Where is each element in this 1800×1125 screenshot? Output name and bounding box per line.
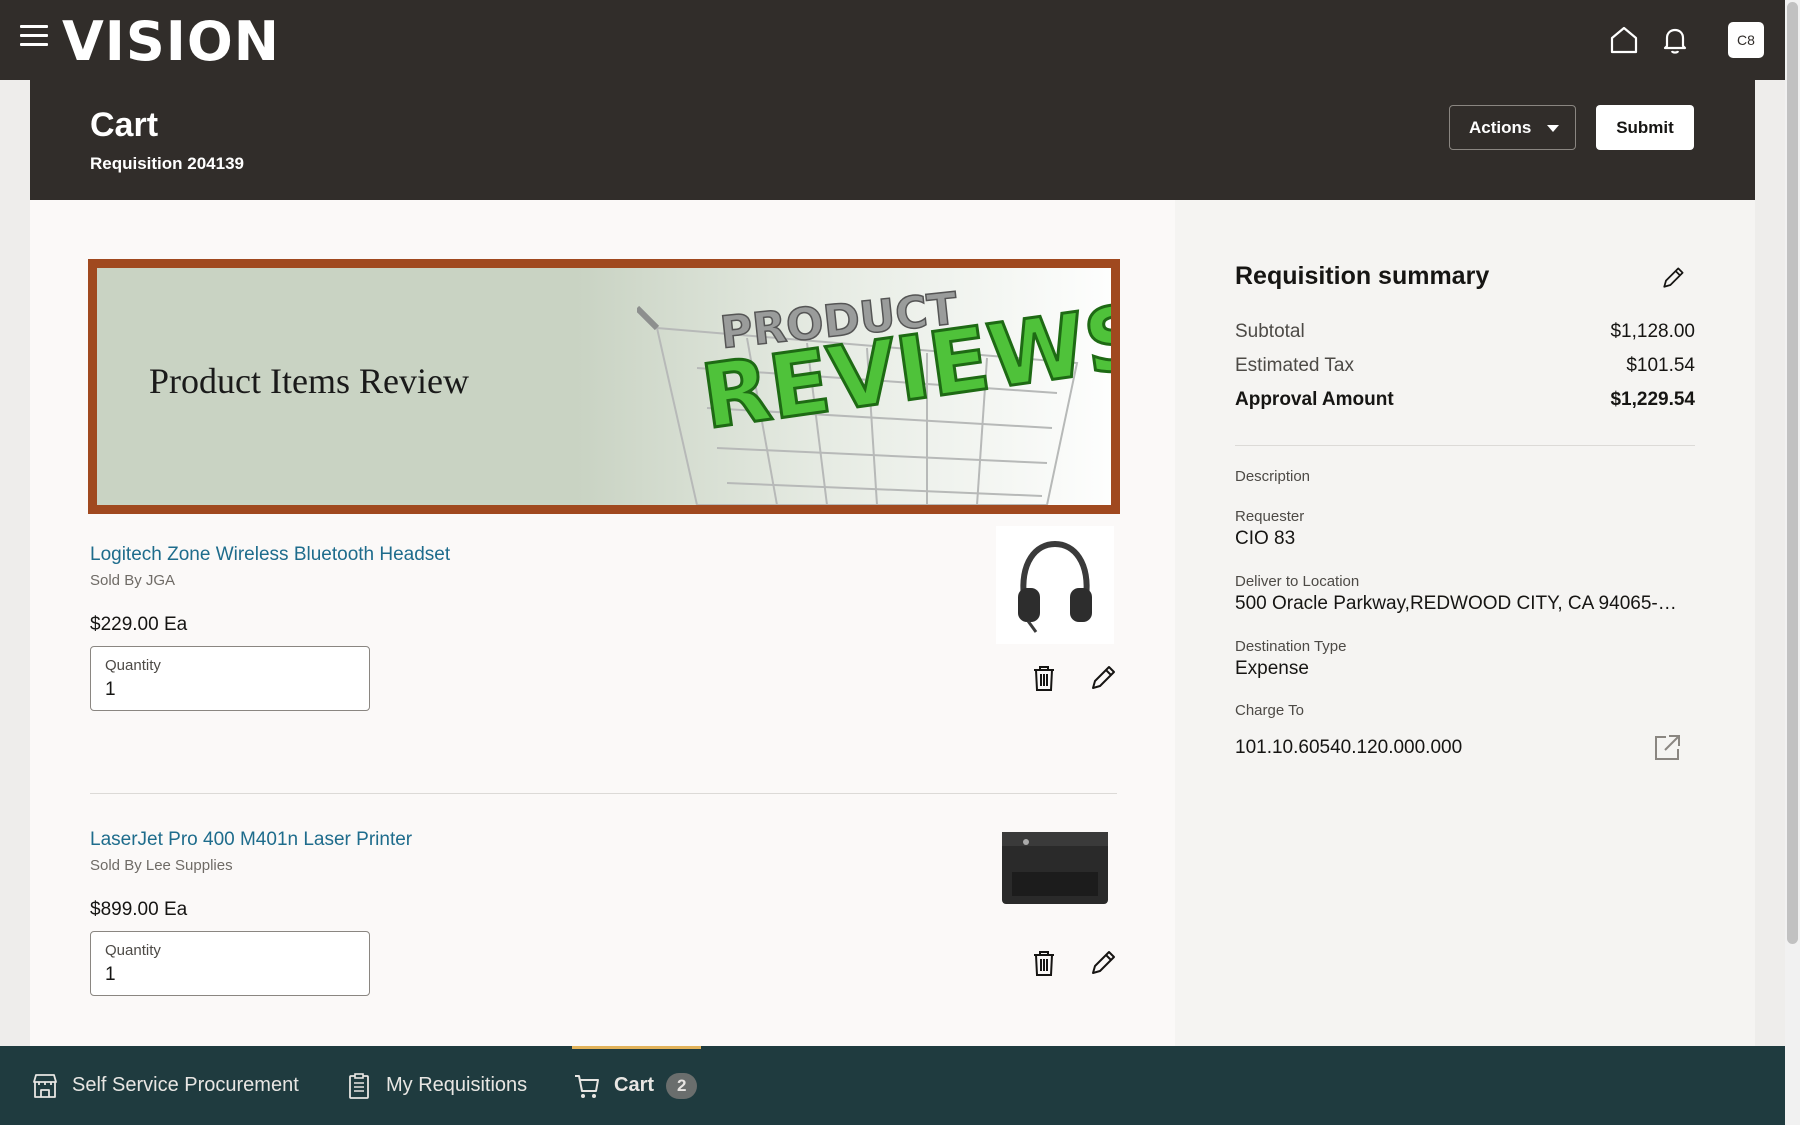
home-icon[interactable]	[1608, 24, 1640, 56]
subtotal-label: Subtotal	[1235, 321, 1305, 342]
store-icon	[33, 1073, 57, 1098]
summary-title: Requisition summary	[1235, 262, 1490, 290]
delete-icon[interactable]	[1028, 662, 1060, 694]
external-link-icon[interactable]	[1652, 733, 1682, 763]
requester-value: CIO 83	[1235, 528, 1296, 549]
subtotal-row: Subtotal $1,128.00	[1235, 321, 1695, 343]
approval-amount-row: Approval Amount $1,229.54	[1235, 389, 1695, 411]
item-divider	[90, 793, 1117, 794]
destination-type-label: Destination Type	[1235, 638, 1347, 655]
quantity-input[interactable]	[105, 962, 355, 988]
page-header: Cart Requisition 204139 Actions Submit	[30, 80, 1755, 200]
cart-count-badge: 2	[666, 1072, 698, 1099]
deliver-to-label: Deliver to Location	[1235, 573, 1360, 590]
charge-to-value: 101.10.60540.120.000.000	[1235, 737, 1463, 758]
page-title: Cart	[90, 106, 159, 144]
banner-title: Product Items Review	[149, 361, 469, 401]
item-seller: Sold By Lee Supplies	[90, 857, 233, 874]
item-seller: Sold By JGA	[90, 572, 176, 589]
nav-cart[interactable]: Cart 2	[572, 1046, 698, 1125]
subtotal-value: $1,128.00	[1610, 321, 1695, 342]
requisition-number: Requisition 204139	[90, 154, 245, 173]
clipboard-icon	[349, 1072, 369, 1099]
quantity-field[interactable]: Quantity	[90, 646, 370, 711]
edit-pencil-icon[interactable]	[1659, 264, 1687, 292]
page-scrollbar[interactable]	[1785, 0, 1800, 1125]
submit-button[interactable]: Submit	[1596, 105, 1694, 150]
quantity-field[interactable]: Quantity	[90, 931, 370, 996]
user-avatar[interactable]: C8	[1728, 22, 1764, 58]
cart-icon	[575, 1074, 599, 1098]
estimated-tax-label: Estimated Tax	[1235, 355, 1354, 376]
quantity-input[interactable]	[105, 677, 355, 703]
item-price: $899.00 Ea	[90, 899, 188, 920]
printer-image[interactable]	[996, 812, 1114, 930]
summary-divider	[1235, 445, 1695, 446]
bottom-navigation: Self Service Procurement My Requisitions…	[0, 1046, 1785, 1125]
approval-amount-value: $1,229.54	[1610, 389, 1695, 410]
requisition-summary-panel: Requisition summary Subtotal $1,128.00 E…	[1175, 200, 1755, 1046]
item-title-link[interactable]: Logitech Zone Wireless Bluetooth Headset	[90, 544, 450, 566]
approval-amount-label: Approval Amount	[1235, 389, 1394, 410]
estimated-tax-row: Estimated Tax $101.54	[1235, 355, 1695, 377]
delete-icon[interactable]	[1028, 947, 1060, 979]
headset-image[interactable]	[996, 526, 1114, 644]
nav-label: Self Service Procurement	[72, 1074, 299, 1096]
description-label: Description	[1235, 468, 1311, 485]
item-title-link[interactable]: LaserJet Pro 400 M401n Laser Printer	[90, 829, 412, 851]
edit-pencil-icon[interactable]	[1087, 947, 1119, 979]
deliver-to-value: 500 Oracle Parkway,REDWOOD CITY, CA 9406…	[1235, 593, 1687, 614]
requester-label: Requester	[1235, 508, 1305, 525]
actions-menu-button[interactable]: Actions	[1449, 105, 1576, 150]
estimated-tax-value: $101.54	[1626, 355, 1695, 376]
nav-label: Cart	[614, 1074, 655, 1096]
scrollbar-thumb[interactable]	[1787, 2, 1798, 944]
bell-icon[interactable]	[1659, 24, 1691, 56]
item-price: $229.00 Ea	[90, 614, 188, 635]
cart-items-panel: Product Items Review PRODUCT REVIEWS Log…	[30, 200, 1175, 1046]
shopping-cart-reviews-image: PRODUCT REVIEWS	[637, 283, 1111, 505]
destination-type-value: Expense	[1235, 658, 1309, 679]
caret-down-icon	[1547, 125, 1559, 132]
nav-my-requisitions[interactable]: My Requisitions	[344, 1046, 527, 1125]
nav-self-service-procurement[interactable]: Self Service Procurement	[30, 1046, 299, 1125]
app-logo[interactable]: VISION	[62, 10, 280, 73]
actions-label: Actions	[1469, 117, 1532, 137]
nav-label: My Requisitions	[386, 1074, 528, 1096]
quantity-label: Quantity	[105, 942, 161, 959]
quantity-label: Quantity	[105, 657, 161, 674]
charge-to-label: Charge To	[1235, 702, 1304, 719]
hamburger-menu-icon[interactable]	[20, 25, 48, 51]
product-review-banner: Product Items Review PRODUCT REVIEWS	[88, 259, 1120, 514]
top-bar: VISION C8	[0, 0, 1785, 80]
edit-pencil-icon[interactable]	[1087, 662, 1119, 694]
